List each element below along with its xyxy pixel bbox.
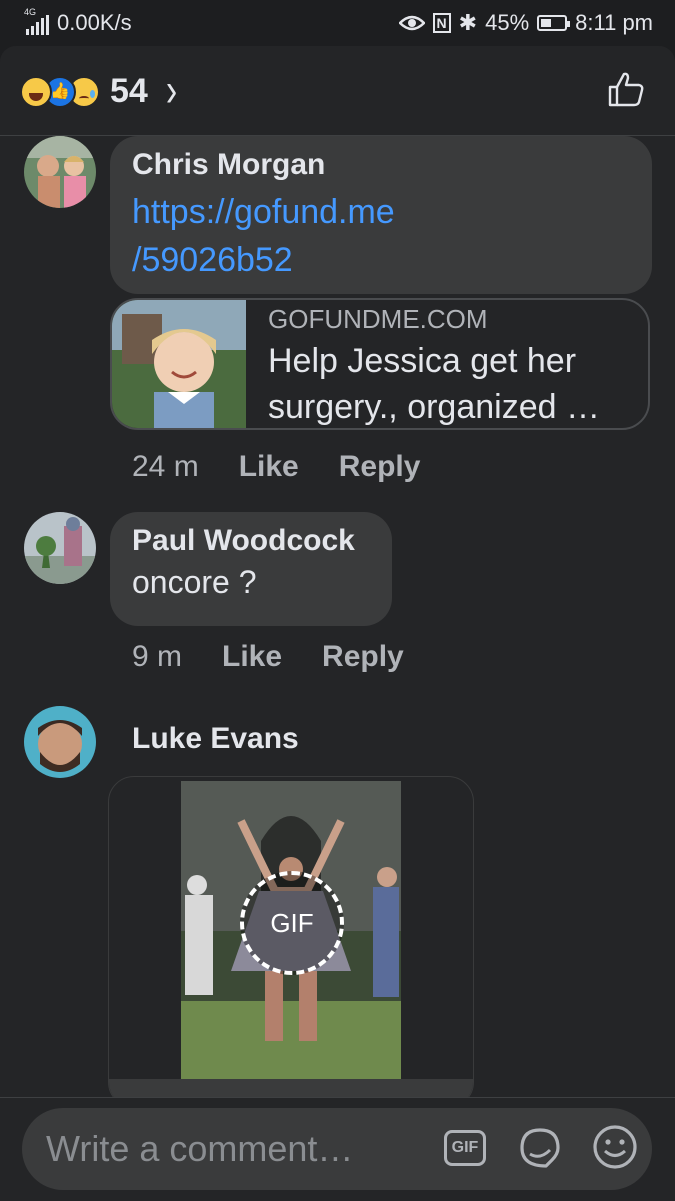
preview-title: Help Jessica get her surgery., organized… [268, 342, 600, 426]
preview-thumbnail [112, 300, 246, 428]
like-button[interactable] [607, 70, 645, 108]
comment-text: oncore ? [132, 564, 257, 600]
gif-icon[interactable]: GIF [444, 1130, 486, 1166]
reply-link[interactable]: Reply [322, 640, 404, 674]
network-speed: 0.00K/s [57, 10, 132, 35]
avatar[interactable] [24, 706, 96, 778]
avatar[interactable] [24, 512, 96, 584]
comment-actions: 24 m Like Reply [132, 450, 420, 484]
reactions-header: 👍 54 › [0, 46, 675, 136]
reaction-count: 54 [110, 72, 148, 110]
reply-link[interactable]: Reply [339, 450, 421, 484]
battery-icon [537, 15, 571, 31]
haha-icon [20, 75, 52, 108]
battery-percent: 45% [485, 10, 530, 35]
status-right: N ✱ 45% 8:11 pm [398, 10, 653, 36]
gif-attachment[interactable]: GIF [108, 776, 474, 1108]
comment-timestamp: 9 m [132, 640, 183, 673]
gif-play-button[interactable]: GIF [240, 871, 344, 975]
network-type: 4G [24, 7, 37, 17]
comments-sheet: 👍 54 › Chris Morgan https://gofund.me /5… [0, 46, 675, 1200]
bluetooth-icon: ✱ [458, 10, 478, 35]
clock: 8:11 pm [575, 10, 653, 35]
avatar[interactable] [24, 136, 96, 208]
like-link[interactable]: Like [222, 640, 282, 674]
link-line-1[interactable]: https://gofund.me [132, 188, 630, 236]
comment-bubble[interactable]: Chris Morgan https://gofund.me /59026b52 [110, 136, 652, 294]
link-line-2[interactable]: /59026b52 [132, 236, 630, 284]
chevron-right-icon: › [165, 64, 178, 118]
comment-author[interactable]: Chris Morgan [132, 148, 630, 182]
comment-link[interactable]: https://gofund.me /59026b52 [132, 188, 630, 284]
sticker-icon[interactable] [516, 1124, 564, 1172]
link-preview-card[interactable]: GOFUNDME.COM Help Jessica get her surger… [110, 298, 650, 430]
nfc-icon: N [432, 13, 451, 33]
comment-author[interactable]: Paul Woodcock [132, 524, 370, 558]
status-left: 4G 0.00K/s [24, 7, 132, 36]
comment-actions: 9 m Like Reply [132, 640, 404, 674]
emoji-icon[interactable] [592, 1124, 638, 1170]
comment-bubble[interactable]: Paul Woodcock oncore ? [110, 512, 392, 626]
comment-author[interactable]: Luke Evans [132, 722, 299, 756]
preview-domain: GOFUNDME.COM [268, 304, 488, 334]
eye-icon [398, 15, 425, 31]
signal-icon: 4G [24, 7, 49, 35]
like-link[interactable]: Like [239, 450, 299, 484]
comment-composer: GIF [0, 1097, 675, 1201]
reaction-summary[interactable]: 👍 54 › [20, 64, 177, 117]
status-bar: 4G 0.00K/s N ✱ 45% 8:11 pm [0, 0, 675, 46]
comment-timestamp: 24 m [132, 450, 199, 483]
